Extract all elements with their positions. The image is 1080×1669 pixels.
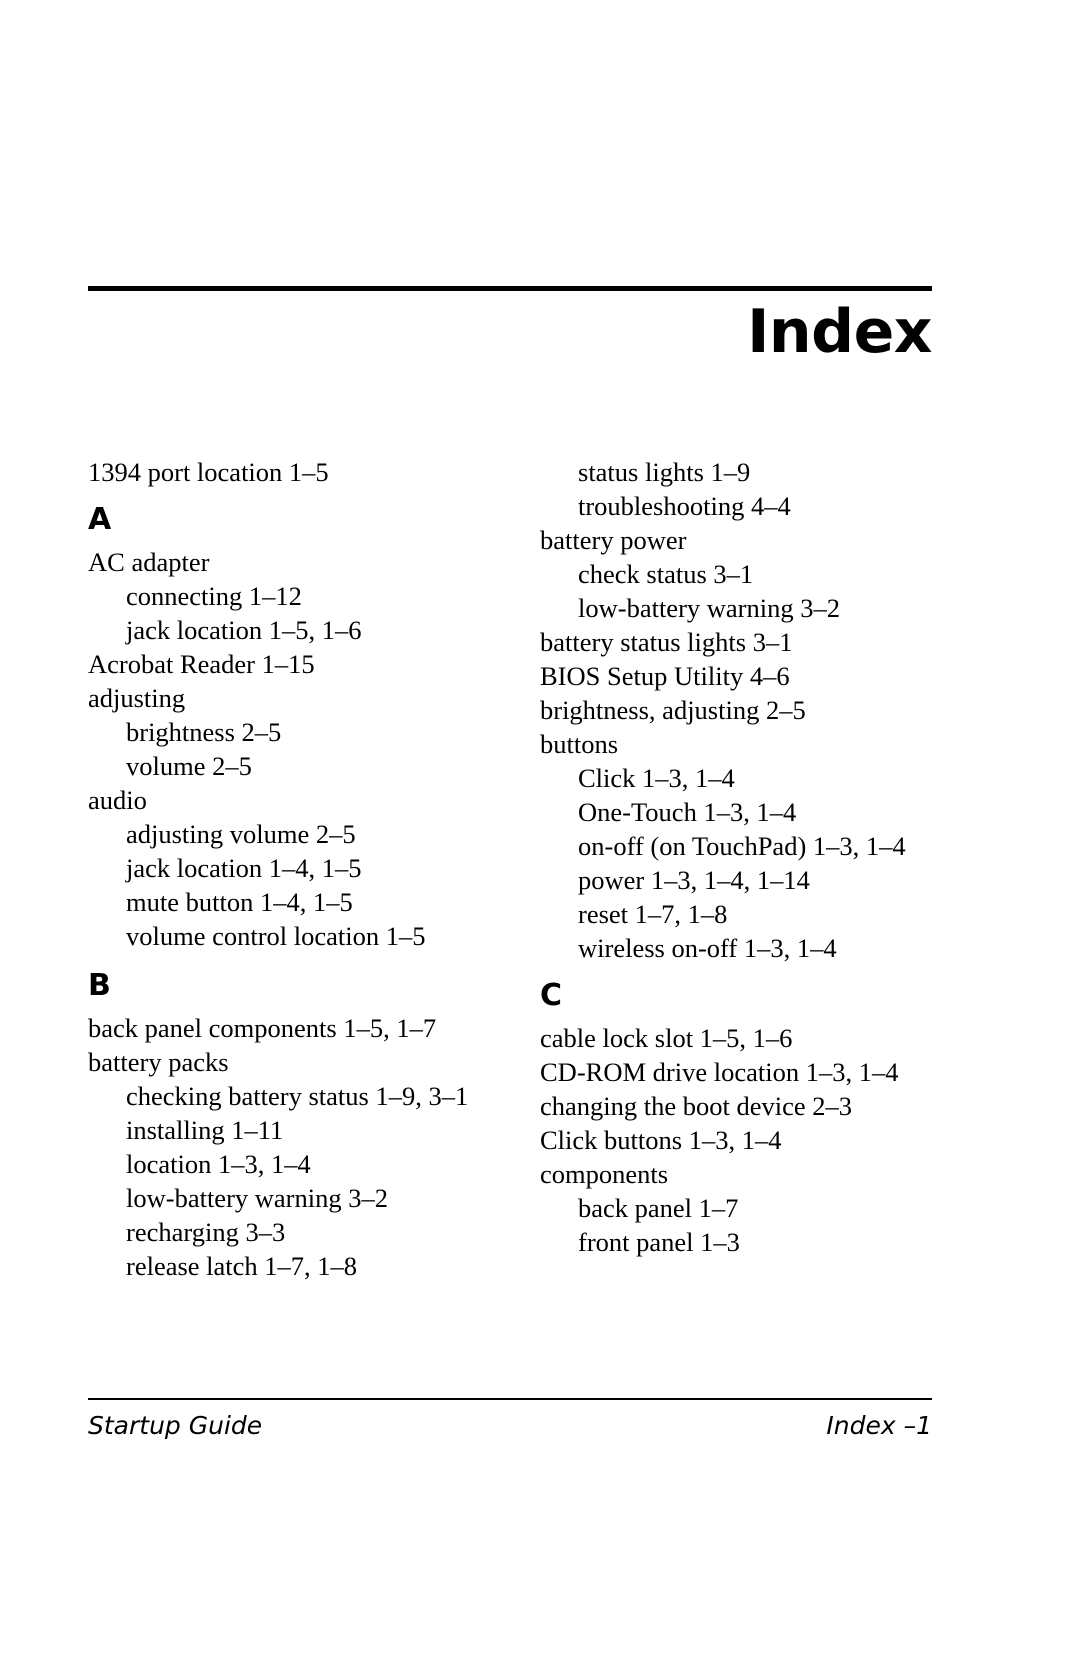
page-title: Index	[747, 297, 932, 367]
page-footer: Startup Guide Index –1	[88, 1398, 932, 1441]
index-entry: battery packs	[88, 1047, 229, 1077]
index-page: Index 1394 port location 1–5 A AC adapter c…	[0, 0, 1080, 1669]
index-subentry: check status 3–1	[578, 559, 754, 589]
index-subentry: back panel 1–7	[578, 1193, 739, 1223]
index-entry: battery status lights 3–1	[540, 627, 793, 657]
index-entry: adjusting	[88, 683, 186, 713]
index-subentry: location 1–3, 1–4	[126, 1149, 311, 1179]
index-subentry: front panel 1–3	[578, 1227, 740, 1257]
index-entry: buttons	[540, 729, 619, 759]
index-entry: brightness, adjusting 2–5	[540, 695, 806, 725]
index-subentry: reset 1–7, 1–8	[578, 899, 728, 929]
footer-row: Startup Guide Index –1	[88, 1411, 932, 1441]
index-subentry: troubleshooting 4–4	[578, 491, 791, 521]
index-subentry: Click 1–3, 1–4	[578, 763, 735, 793]
page-number-footer: Index –1	[826, 1411, 932, 1440]
footer-divider	[88, 1398, 932, 1400]
index-letter-heading: C	[540, 978, 563, 1013]
index-columns: 1394 port location 1–5 A AC adapter connect…	[88, 455, 968, 1283]
index-subentry: jack location 1–5, 1–6	[126, 615, 362, 645]
index-entry: back panel components 1–5, 1–7	[88, 1013, 437, 1043]
index-subentry: power 1–3, 1–4, 1–14	[578, 865, 810, 895]
index-subentry: status lights 1–9	[578, 457, 751, 487]
index-letter-heading: B	[88, 968, 111, 1003]
index-subentry: adjusting volume 2–5	[126, 819, 356, 849]
index-entry: changing the boot device 2–3	[540, 1091, 853, 1121]
index-entry: audio	[88, 785, 147, 815]
index-entry: BIOS Setup Utility 4–6	[540, 661, 790, 691]
index-letter-heading: A	[88, 502, 112, 537]
index-subentry: on-off (on TouchPad) 1–3, 1–4	[578, 831, 906, 861]
index-column-right: status lights 1–9 troubleshooting 4–4 batt…	[540, 455, 970, 1259]
index-subentry: release latch 1–7, 1–8	[126, 1251, 358, 1281]
index-entry: Click buttons 1–3, 1–4	[540, 1125, 782, 1155]
index-subentry: low-battery warning 3–2	[126, 1183, 388, 1213]
index-subentry: brightness 2–5	[126, 717, 282, 747]
page-header: Index	[88, 286, 933, 367]
index-subentry: installing 1–11	[126, 1115, 284, 1145]
index-subentry: volume 2–5	[126, 751, 252, 781]
header-divider	[88, 286, 932, 291]
index-subentry: recharging 3–3	[126, 1217, 286, 1247]
index-subentry: wireless on-off 1–3, 1–4	[578, 933, 837, 963]
index-subentry: One-Touch 1–3, 1–4	[578, 797, 797, 827]
index-subentry: checking battery status 1–9, 3–1	[126, 1081, 469, 1111]
index-entry: components	[540, 1159, 669, 1189]
index-entry: battery power	[540, 525, 687, 555]
index-subentry: jack location 1–4, 1–5	[126, 853, 362, 883]
index-subentry: connecting 1–12	[126, 581, 302, 611]
index-subentry: mute button 1–4, 1–5	[126, 887, 353, 917]
index-entry: AC adapter	[88, 547, 210, 577]
index-entry: CD-ROM drive location 1–3, 1–4	[540, 1057, 899, 1087]
index-entry: Acrobat Reader 1–15	[88, 649, 315, 679]
index-subentry: volume control location 1–5	[126, 921, 426, 951]
index-column-left: 1394 port location 1–5 A AC adapter connect…	[88, 455, 518, 1283]
index-subentry: low-battery warning 3–2	[578, 593, 840, 623]
document-title-footer: Startup Guide	[88, 1411, 263, 1440]
index-entry: 1394 port location 1–5	[88, 457, 329, 487]
index-entry: cable lock slot 1–5, 1–6	[540, 1023, 793, 1053]
